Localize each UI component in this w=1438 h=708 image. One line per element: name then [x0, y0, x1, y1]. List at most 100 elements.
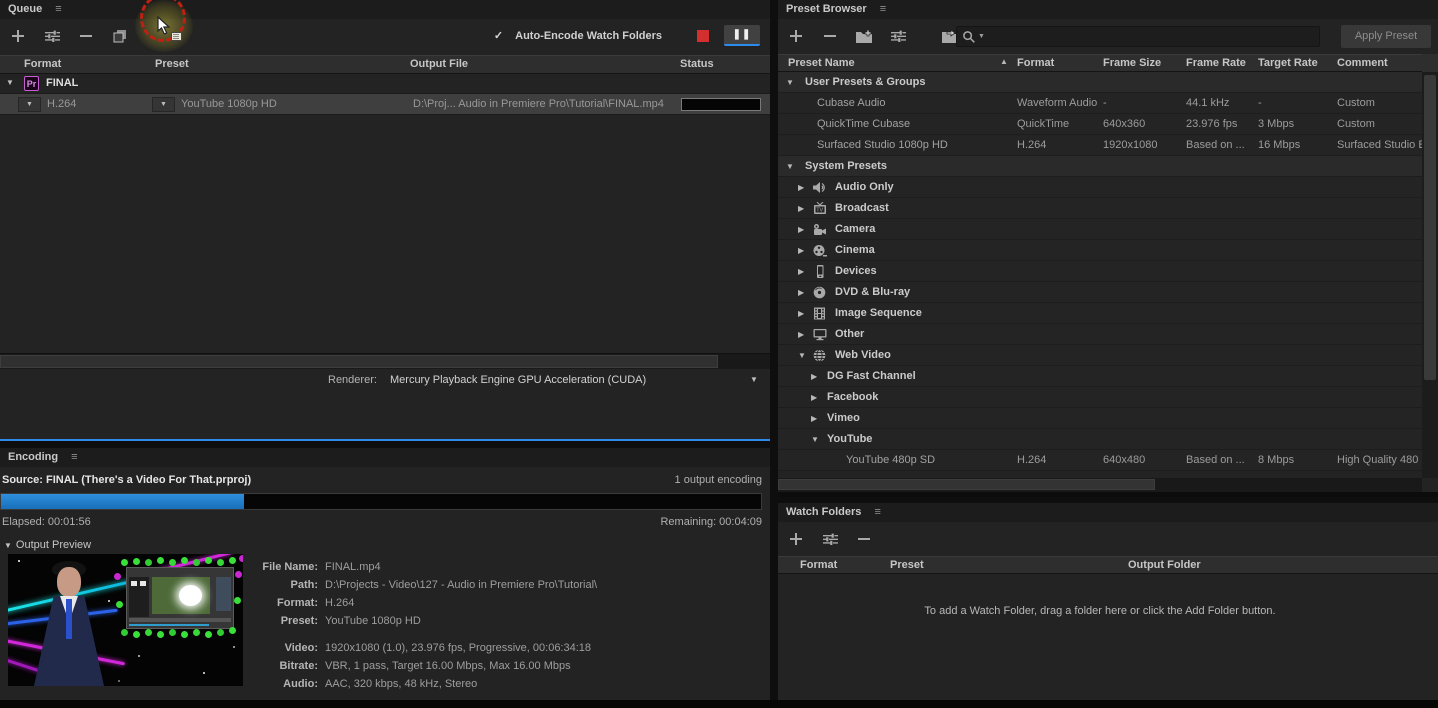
job-output-file[interactable]: D:\Proj... Audio in Premiere Pro\Tutoria… [413, 98, 664, 110]
sort-ascending-icon[interactable]: ▲ [1000, 57, 1008, 66]
add-output-button[interactable] [8, 27, 28, 45]
floating-app-window [126, 567, 234, 629]
add-folder-button[interactable] [786, 530, 806, 548]
pause-queue-button[interactable]: ❚❚ [724, 25, 760, 46]
stop-icon [697, 30, 709, 42]
subcategory-row-youtube[interactable]: ▼ YouTube [778, 429, 1422, 450]
panel-divider-right[interactable] [778, 497, 1438, 503]
detail-label: Format: [255, 594, 318, 612]
preset-row-quicktime-cubase[interactable]: QuickTime Cubase QuickTime 640x360 23.97… [778, 114, 1422, 135]
expand-triangle-icon[interactable]: ▶ [798, 240, 804, 261]
queue-empty-area [0, 115, 770, 353]
preset-horizontal-scrollbar[interactable] [778, 478, 1422, 492]
glow-orbs-decoration [121, 559, 128, 566]
category-row-web-video[interactable]: ▼ Web Video [778, 345, 1422, 366]
panel-divider-vertical[interactable] [770, 0, 778, 708]
search-icon [962, 30, 976, 44]
category-row-dvd-bluray[interactable]: ▶ DVD & Blu-ray [778, 282, 1422, 303]
create-preset-button[interactable] [786, 27, 806, 45]
scrollbar-thumb[interactable] [0, 355, 718, 368]
panel-divider-left[interactable] [0, 441, 770, 448]
watch-folders-menu-icon[interactable]: ≡ [874, 506, 880, 518]
collapse-triangle-icon[interactable]: ▼ [811, 429, 819, 450]
format-dropdown[interactable]: ▼ [18, 97, 41, 112]
subcategory-row-facebook[interactable]: ▶ Facebook [778, 387, 1422, 408]
subcategory-row-dg-fast-channel[interactable]: ▶ DG Fast Channel [778, 366, 1422, 387]
col-preset-name[interactable]: Preset Name [788, 57, 855, 69]
preset-settings-icon[interactable] [888, 27, 908, 45]
expand-triangle-icon[interactable]: ▶ [798, 324, 804, 345]
col-format[interactable]: Format [1017, 57, 1054, 69]
output-preview-section: ▼Output Preview File N [0, 537, 770, 700]
category-row-image-sequence[interactable]: ▶ Image Sequence [778, 303, 1422, 324]
scrollbar-thumb[interactable] [1424, 75, 1436, 380]
expand-triangle-icon[interactable]: ▶ [798, 198, 804, 219]
category-row-devices[interactable]: ▶ Devices [778, 261, 1422, 282]
chevron-down-icon[interactable]: ▼ [750, 375, 758, 384]
col-frame-rate[interactable]: Frame Rate [1186, 57, 1246, 69]
queue-horizontal-scrollbar[interactable] [0, 353, 770, 369]
queue-panel-header: Queue ≡ [0, 0, 770, 19]
auto-encode-label: Auto-Encode Watch Folders [515, 30, 662, 42]
category-row-other[interactable]: ▶ Other [778, 324, 1422, 345]
job-preset[interactable]: YouTube 1080p HD [181, 98, 277, 110]
watch-folders-drop-area[interactable] [778, 574, 1438, 700]
queue-job-row[interactable]: ▼ H.264 ▼ YouTube 1080p HD D:\Proj... Au… [0, 94, 770, 115]
preset-table-header: Preset Name ▲ Format Frame Size Frame Ra… [778, 54, 1438, 72]
preset-vertical-scrollbar[interactable] [1422, 54, 1438, 478]
subcategory-row-vimeo[interactable]: ▶ Vimeo [778, 408, 1422, 429]
encoding-progress-fill [1, 494, 244, 509]
collapse-triangle-icon[interactable]: ▼ [4, 541, 12, 550]
encoding-panel-menu-icon[interactable]: ≡ [71, 451, 77, 463]
collapse-triangle-icon[interactable]: ▼ [786, 72, 794, 93]
category-row-broadcast[interactable]: ▶ TV Broadcast [778, 198, 1422, 219]
preset-row-surfaced-studio[interactable]: Surfaced Studio 1080p HD H.264 1920x1080… [778, 135, 1422, 156]
expand-triangle-icon[interactable]: ▶ [798, 177, 804, 198]
window-bottom-edge [0, 700, 1438, 708]
stop-queue-button[interactable] [692, 26, 714, 46]
col-target-rate[interactable]: Target Rate [1258, 57, 1318, 69]
category-row-audio-only[interactable]: ▶ Audio Only [778, 177, 1422, 198]
expand-triangle-icon[interactable]: ▶ [798, 303, 804, 324]
renderer-select[interactable]: Mercury Playback Engine GPU Acceleration… [390, 374, 646, 386]
duplicate-button[interactable] [110, 27, 130, 45]
folder-settings-icon[interactable] [820, 530, 840, 548]
collapse-triangle-icon[interactable]: ▼ [786, 156, 794, 177]
col-frame-size[interactable]: Frame Size [1103, 57, 1161, 69]
category-row-cinema[interactable]: ▶ Cinema [778, 240, 1422, 261]
search-options-caret-icon[interactable]: ▼ [978, 33, 985, 40]
job-format[interactable]: H.264 [47, 98, 76, 110]
preset-search-field[interactable]: ▼ [956, 26, 1320, 47]
new-group-folder-icon[interactable] [854, 27, 874, 45]
collapse-triangle-icon[interactable]: ▼ [6, 78, 14, 87]
col-comment[interactable]: Comment [1337, 57, 1388, 69]
search-input[interactable] [985, 31, 1285, 43]
preset-dropdown[interactable]: ▼ [152, 97, 175, 112]
expand-triangle-icon[interactable]: ▶ [811, 387, 817, 408]
queue-panel-menu-icon[interactable]: ≡ [55, 3, 61, 15]
preset-browser-menu-icon[interactable]: ≡ [880, 3, 886, 15]
job-progress-bar [681, 98, 761, 111]
expand-triangle-icon[interactable]: ▶ [798, 261, 804, 282]
scrollbar-thumb[interactable] [778, 479, 1155, 490]
remove-button[interactable] [76, 27, 96, 45]
apply-preset-button[interactable]: Apply Preset [1341, 25, 1431, 48]
detail-label: Bitrate: [255, 657, 318, 675]
expand-triangle-icon[interactable]: ▶ [798, 219, 804, 240]
collapse-triangle-icon[interactable]: ▼ [798, 345, 806, 366]
expand-triangle-icon[interactable]: ▶ [811, 408, 817, 429]
expand-triangle-icon[interactable]: ▶ [811, 366, 817, 387]
queue-source-row[interactable]: ▼ Pr FINAL [0, 74, 770, 94]
preset-row-cubase-audio[interactable]: Cubase Audio Waveform Audio - 44.1 kHz -… [778, 93, 1422, 114]
remove-folder-button[interactable] [854, 530, 874, 548]
category-row-camera[interactable]: ▶ Camera [778, 219, 1422, 240]
preset-row-youtube-480p[interactable]: YouTube 480p SD H.264 640x480 Based on .… [778, 450, 1422, 471]
queue-panel: Queue ≡ ✓ Auto-Encode Watch Folders ❚❚ F… [0, 0, 770, 441]
delete-preset-button[interactable] [820, 27, 840, 45]
expand-triangle-icon[interactable]: ▶ [798, 282, 804, 303]
group-row-user-presets[interactable]: ▼ User Presets & Groups [778, 72, 1422, 93]
auto-encode-checkbox[interactable]: ✓ [494, 29, 503, 42]
group-row-system-presets[interactable]: ▼ System Presets [778, 156, 1422, 177]
job-settings-icon[interactable] [42, 27, 62, 45]
encoding-source-line: Source: FINAL (There's a Video For That.… [2, 474, 251, 486]
